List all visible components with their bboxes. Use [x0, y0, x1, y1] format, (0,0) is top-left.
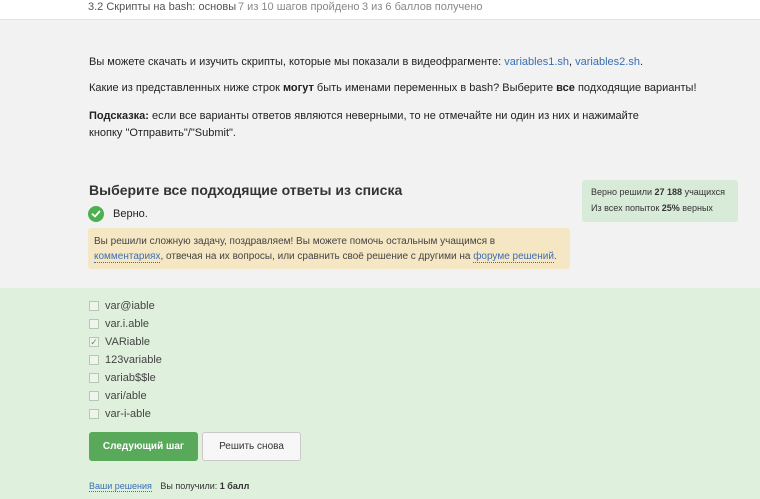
question-part-b: быть именами переменных в bash? Выберите — [313, 82, 557, 94]
checkmark-icon: ✓ — [90, 336, 98, 347]
question-paragraph: Какие из представленных ниже строк могут… — [89, 82, 697, 94]
option-label: var-i-able — [105, 408, 151, 420]
option-checkbox[interactable] — [89, 355, 99, 365]
feedback-part-b: , отвечая на их вопросы, или сравнить св… — [160, 251, 474, 262]
comments-link[interactable]: комментариях — [94, 251, 161, 263]
download-paragraph: Вы можете скачать и изучить скрипты, кот… — [89, 56, 643, 68]
question-bold-can: могут — [282, 82, 314, 94]
stats-solved-prefix: Верно решили — [591, 187, 655, 197]
option-checkbox[interactable] — [89, 373, 99, 383]
hint-paragraph: Подсказка: если все варианты ответов явл… — [89, 108, 669, 142]
question-part-a: Какие из представленных ниже строк — [89, 82, 283, 94]
stats-solved-count: 27 188 — [654, 187, 683, 197]
points-progress: 3 из 6 баллов получено — [362, 1, 483, 13]
option-label: 123variable — [105, 354, 162, 366]
submission-footer: Ваши решения Вы получили: 1 балл — [89, 481, 250, 492]
feedback-box: Вы решили сложную задачу, поздравляем! В… — [88, 228, 570, 269]
hint-text: если все варианты ответов являются невер… — [89, 110, 639, 139]
lesson-title[interactable]: 3.2 Скрипты на bash: основы — [88, 1, 236, 13]
option-item[interactable]: vari/able — [89, 390, 147, 402]
option-item[interactable]: 123variable — [89, 354, 162, 366]
stats-solved-suffix: учащихся — [682, 187, 725, 197]
option-item[interactable]: var-i-able — [89, 408, 151, 420]
result-status: Верно. — [88, 206, 148, 222]
feedback-part-a: Вы решили сложную задачу, поздравляем! В… — [94, 236, 496, 247]
option-item[interactable]: ✓ VARiable — [89, 336, 150, 348]
download-text: Вы можете скачать и изучить скрипты, кот… — [89, 56, 505, 68]
score-label: Вы получили: — [160, 481, 220, 491]
option-label: variab$$le — [105, 372, 156, 384]
option-item[interactable]: var@iable — [89, 300, 155, 312]
option-checkbox[interactable] — [89, 301, 99, 311]
option-label: var.i.able — [105, 318, 150, 330]
option-label: VARiable — [105, 336, 151, 348]
variables2-link[interactable]: variables2.sh — [575, 56, 640, 68]
checkmark-icon — [88, 206, 104, 222]
retry-button[interactable]: Решить снова — [202, 432, 301, 461]
option-label: vari/able — [105, 390, 147, 402]
steps-progress: 7 из 10 шагов пройдено — [238, 1, 360, 13]
next-step-button[interactable]: Следующий шаг — [89, 432, 198, 461]
lesson-header: 3.2 Скрипты на bash: основы 7 из 10 шаго… — [0, 0, 760, 20]
your-solutions-link[interactable]: Ваши решения — [89, 481, 152, 492]
question-part-c: подходящие варианты! — [574, 82, 697, 94]
feedback-part-c: . — [553, 251, 557, 262]
variables1-link[interactable]: variables1.sh — [504, 56, 569, 68]
option-checkbox[interactable] — [89, 391, 99, 401]
download-end: . — [639, 56, 644, 68]
solve-stats: Верно решили 27 188 учащихся Из всех поп… — [582, 180, 738, 222]
score-value: 1 балл — [219, 481, 250, 491]
solutions-forum-link[interactable]: форуме решений — [473, 251, 554, 263]
stats-attempts-suffix: верных — [679, 203, 713, 213]
stats-attempts-prefix: Из всех попыток — [591, 203, 662, 213]
stats-attempts-line: Из всех попыток 25% верных — [591, 200, 729, 216]
option-label: var@iable — [105, 300, 155, 312]
hint-label: Подсказка: — [89, 110, 149, 122]
option-checkbox[interactable]: ✓ — [89, 337, 99, 347]
stats-attempts-percent: 25% — [661, 203, 680, 213]
stats-solved-line: Верно решили 27 188 учащихся — [591, 184, 729, 200]
status-text: Верно. — [113, 208, 148, 220]
quiz-title: Выберите все подходящие ответы из списка — [89, 182, 403, 198]
question-bold-all: все — [556, 82, 575, 94]
option-checkbox[interactable] — [89, 319, 99, 329]
option-item[interactable]: variab$$le — [89, 372, 156, 384]
option-item[interactable]: var.i.able — [89, 318, 149, 330]
option-checkbox[interactable] — [89, 409, 99, 419]
